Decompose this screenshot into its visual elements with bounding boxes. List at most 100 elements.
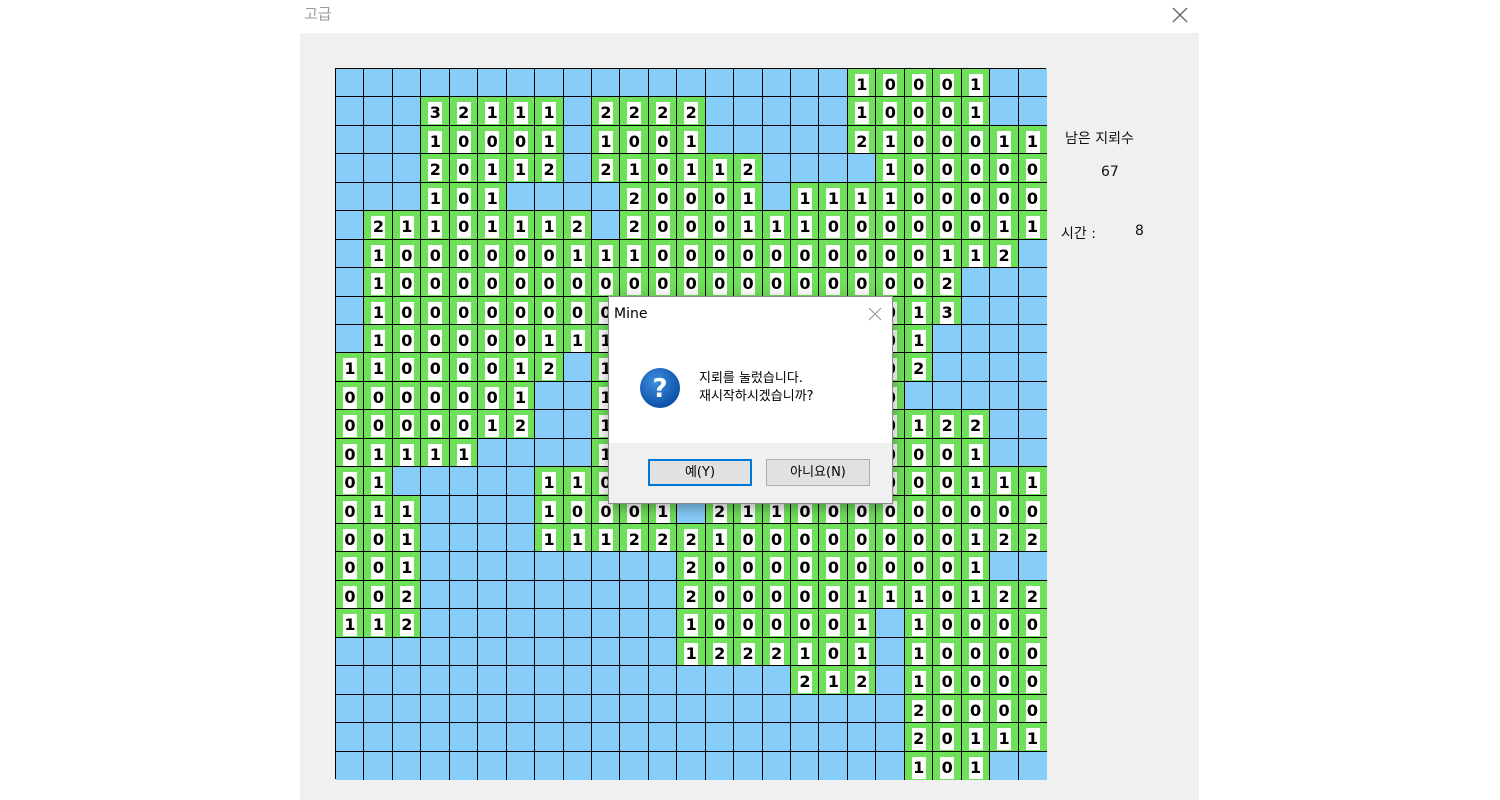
revealed-cell[interactable]: 1	[535, 495, 564, 524]
hidden-cell[interactable]	[478, 495, 507, 524]
hidden-cell[interactable]	[705, 69, 735, 98]
revealed-cell[interactable]: 1	[421, 182, 450, 212]
revealed-cell[interactable]: 1	[478, 97, 507, 126]
revealed-cell[interactable]: 0	[478, 125, 507, 155]
revealed-cell[interactable]: 0	[734, 268, 763, 297]
revealed-cell[interactable]: 1	[705, 154, 735, 183]
revealed-cell[interactable]: 2	[421, 154, 450, 183]
revealed-cell[interactable]: 0	[705, 580, 735, 610]
hidden-cell[interactable]	[819, 723, 848, 752]
revealed-cell[interactable]: 1	[364, 495, 393, 524]
revealed-cell[interactable]: 2	[904, 353, 934, 382]
hidden-cell[interactable]	[535, 552, 564, 581]
hidden-cell[interactable]	[478, 609, 507, 638]
hidden-cell[interactable]	[336, 324, 365, 354]
revealed-cell[interactable]: 0	[336, 552, 365, 581]
revealed-cell[interactable]: 2	[677, 580, 706, 610]
revealed-cell[interactable]: 0	[791, 239, 820, 269]
hidden-cell[interactable]	[535, 751, 564, 780]
hidden-cell[interactable]	[506, 637, 536, 667]
hidden-cell[interactable]	[591, 751, 621, 780]
revealed-cell[interactable]: 0	[876, 239, 905, 269]
hidden-cell[interactable]	[506, 694, 536, 724]
revealed-cell[interactable]: 1	[392, 552, 422, 581]
revealed-cell[interactable]: 1	[961, 69, 991, 98]
hidden-cell[interactable]	[535, 69, 564, 98]
revealed-cell[interactable]: 1	[961, 239, 991, 269]
hidden-cell[interactable]	[1018, 353, 1047, 382]
revealed-cell[interactable]: 1	[961, 438, 991, 468]
hidden-cell[interactable]	[705, 666, 735, 695]
revealed-cell[interactable]: 0	[990, 666, 1019, 695]
revealed-cell[interactable]: 2	[591, 154, 621, 183]
hidden-cell[interactable]	[421, 524, 450, 553]
hidden-cell[interactable]	[648, 666, 678, 695]
revealed-cell[interactable]: 0	[734, 552, 763, 581]
revealed-cell[interactable]: 0	[819, 609, 848, 638]
revealed-cell[interactable]: 0	[847, 552, 877, 581]
hidden-cell[interactable]	[620, 637, 649, 667]
revealed-cell[interactable]: 0	[449, 381, 479, 411]
hidden-cell[interactable]	[336, 97, 365, 126]
revealed-cell[interactable]: 1	[364, 438, 393, 468]
revealed-cell[interactable]: 0	[648, 211, 678, 240]
revealed-cell[interactable]: 1	[961, 97, 991, 126]
hidden-cell[interactable]	[591, 637, 621, 667]
hidden-cell[interactable]	[990, 69, 1019, 98]
hidden-cell[interactable]	[449, 751, 479, 780]
hidden-cell[interactable]	[364, 751, 393, 780]
hidden-cell[interactable]	[648, 69, 678, 98]
hidden-cell[interactable]	[591, 609, 621, 638]
revealed-cell[interactable]: 1	[620, 239, 649, 269]
revealed-cell[interactable]: 1	[904, 637, 934, 667]
hidden-cell[interactable]	[563, 353, 592, 382]
hidden-cell[interactable]	[506, 609, 536, 638]
window-close-button[interactable]	[1163, 0, 1197, 30]
revealed-cell[interactable]: 0	[904, 239, 934, 269]
hidden-cell[interactable]	[876, 609, 905, 638]
hidden-cell[interactable]	[421, 467, 450, 496]
hidden-cell[interactable]	[449, 666, 479, 695]
hidden-cell[interactable]	[336, 268, 365, 297]
revealed-cell[interactable]: 1	[478, 154, 507, 183]
hidden-cell[interactable]	[620, 609, 649, 638]
revealed-cell[interactable]: 1	[961, 751, 991, 780]
revealed-cell[interactable]: 1	[904, 580, 934, 610]
hidden-cell[interactable]	[1018, 381, 1047, 411]
revealed-cell[interactable]: 2	[847, 666, 877, 695]
revealed-cell[interactable]: 0	[677, 239, 706, 269]
hidden-cell[interactable]	[449, 524, 479, 553]
hidden-cell[interactable]	[734, 69, 763, 98]
revealed-cell[interactable]: 1	[904, 324, 934, 354]
revealed-cell[interactable]: 1	[1018, 723, 1047, 752]
hidden-cell[interactable]	[591, 69, 621, 98]
revealed-cell[interactable]: 0	[961, 637, 991, 667]
revealed-cell[interactable]: 1	[478, 410, 507, 439]
revealed-cell[interactable]: 0	[961, 211, 991, 240]
hidden-cell[interactable]	[535, 580, 564, 610]
revealed-cell[interactable]: 1	[876, 182, 905, 212]
hidden-cell[interactable]	[819, 69, 848, 98]
hidden-cell[interactable]	[535, 410, 564, 439]
revealed-cell[interactable]: 0	[648, 268, 678, 297]
hidden-cell[interactable]	[677, 751, 706, 780]
hidden-cell[interactable]	[847, 154, 877, 183]
revealed-cell[interactable]: 1	[364, 239, 393, 269]
hidden-cell[interactable]	[620, 552, 649, 581]
revealed-cell[interactable]: 1	[819, 182, 848, 212]
hidden-cell[interactable]	[364, 723, 393, 752]
hidden-cell[interactable]	[648, 751, 678, 780]
hidden-cell[interactable]	[478, 723, 507, 752]
hidden-cell[interactable]	[563, 666, 592, 695]
revealed-cell[interactable]: 0	[648, 239, 678, 269]
revealed-cell[interactable]: 1	[876, 154, 905, 183]
hidden-cell[interactable]	[648, 552, 678, 581]
revealed-cell[interactable]: 1	[791, 182, 820, 212]
hidden-cell[interactable]	[563, 410, 592, 439]
revealed-cell[interactable]: 2	[734, 637, 763, 667]
revealed-cell[interactable]: 0	[705, 239, 735, 269]
revealed-cell[interactable]: 0	[506, 324, 536, 354]
hidden-cell[interactable]	[535, 723, 564, 752]
hidden-cell[interactable]	[478, 666, 507, 695]
revealed-cell[interactable]: 0	[449, 125, 479, 155]
